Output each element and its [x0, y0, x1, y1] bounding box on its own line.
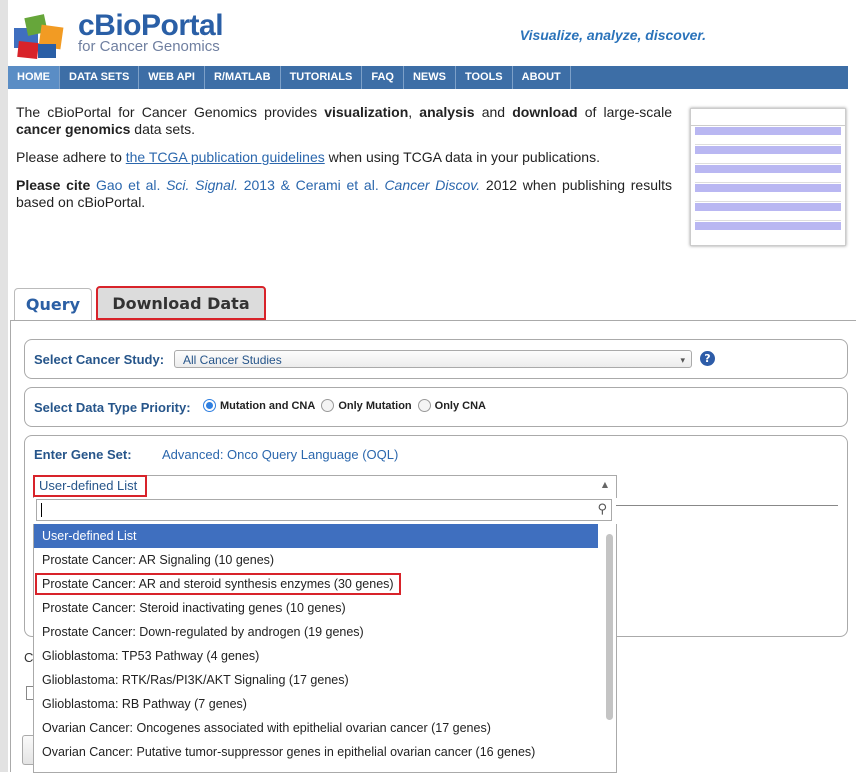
gene-set-option-highlighted[interactable]: Prostate Cancer: AR and steroid synthesi… — [34, 572, 402, 596]
tabs-divider — [10, 320, 856, 321]
thumbnail-row — [695, 193, 841, 202]
intro-bold-cancer-genomics: cancer genomics — [16, 121, 131, 137]
cancer-study-label: Select Cancer Study: — [34, 352, 165, 367]
sample-table-thumbnail[interactable] — [690, 108, 846, 246]
radio-label-mutation-and-cna[interactable]: Mutation and CNA — [220, 400, 315, 412]
cbioportal-logo-icon[interactable] — [12, 12, 68, 60]
thumbnail-row — [695, 127, 841, 135]
cancer-study-select[interactable]: All Cancer Studies ▾ — [174, 350, 692, 368]
intro-bold-download: download — [512, 104, 578, 120]
hidden-field-label-fragment: C — [24, 650, 34, 665]
radio-only-mutation[interactable] — [321, 399, 335, 412]
data-type-priority-label: Select Data Type Priority: — [34, 400, 191, 415]
nav-about[interactable]: ABOUT — [513, 66, 571, 89]
thumbnail-row — [695, 174, 841, 183]
tab-query[interactable]: Query — [14, 288, 92, 321]
thumbnail-row — [695, 146, 841, 154]
thumbnail-row — [695, 212, 841, 221]
thumbnail-row — [695, 222, 841, 230]
magnifier-icon: ⚲ — [597, 502, 607, 517]
thumbnail-header — [691, 109, 845, 126]
tagline: Visualize, analyze, discover. — [519, 27, 706, 43]
gene-set-option[interactable]: Prostate Cancer: AR Signaling (10 genes) — [34, 548, 598, 572]
nav-home[interactable]: HOME — [8, 66, 60, 89]
brand-subtitle: for Cancer Genomics — [78, 38, 220, 55]
data-type-priority-box: Select Data Type Priority: Mutation and … — [24, 387, 848, 427]
intro-bold-please-cite: Please cite — [16, 177, 91, 193]
dropdown-scrollbar[interactable] — [606, 534, 613, 720]
site-header: cBioPortal for Cancer Genomics Visualize… — [8, 0, 856, 66]
intro-text-fragment: and — [474, 104, 513, 120]
intro-text: The cBioPortal for Cancer Genomics provi… — [16, 104, 672, 222]
thumbnail-row — [695, 155, 841, 164]
nav-tools[interactable]: TOOLS — [456, 66, 513, 89]
tab-download-data[interactable]: Download Data — [96, 286, 266, 320]
intro-paragraph-2: Please adhere to the TCGA publication gu… — [16, 149, 672, 166]
gene-set-options-list[interactable]: User-defined List Prostate Cancer: AR Si… — [33, 524, 617, 773]
tcga-guidelines-link[interactable]: the TCGA publication guidelines — [126, 149, 325, 165]
gene-set-label: Enter Gene Set: — [34, 447, 132, 462]
chevron-down-icon: ▾ — [680, 355, 685, 365]
intro-text-fragment: data sets. — [130, 121, 195, 137]
radio-mutation-and-cna[interactable] — [203, 399, 216, 412]
gene-set-selected-value[interactable]: User-defined List — [33, 475, 147, 497]
oql-link[interactable]: Advanced: Onco Query Language (OQL) — [162, 447, 398, 462]
nav-faq[interactable]: FAQ — [362, 66, 404, 89]
thumbnail-row — [695, 136, 841, 145]
nav-data-sets[interactable]: DATA SETS — [60, 66, 140, 89]
intro-text-fragment: , — [408, 104, 420, 120]
intro-text-fragment: Please adhere to — [16, 149, 126, 165]
radio-only-cna[interactable] — [417, 399, 431, 412]
gene-set-option[interactable]: Prostate Cancer: Steroid inactivating ge… — [34, 596, 598, 620]
radio-label-only-mutation[interactable]: Only Mutation — [338, 400, 411, 412]
radio-label-only-cna[interactable]: Only CNA — [435, 400, 486, 412]
cancer-study-value: All Cancer Studies — [183, 353, 282, 367]
nav-tutorials[interactable]: TUTORIALS — [281, 66, 363, 89]
intro-paragraph-1: The cBioPortal for Cancer Genomics provi… — [16, 104, 672, 138]
text-caret — [41, 503, 42, 517]
gene-set-option[interactable]: User-defined List — [34, 524, 598, 548]
thumbnail-row — [695, 165, 841, 173]
thumbnail-row — [695, 203, 841, 211]
intro-text-fragment: The cBioPortal for Cancer Genomics provi… — [16, 104, 325, 120]
sci-signal-link[interactable]: Sci. Signal. — [166, 177, 238, 193]
gene-set-option[interactable]: Glioblastoma: RB Pathway (7 genes) — [34, 692, 598, 716]
gene-set-option[interactable]: Prostate Cancer: Down-regulated by andro… — [34, 620, 598, 644]
thumbnail-row — [695, 184, 841, 192]
gene-set-option-boxed-wrapper: Prostate Cancer: AR and steroid synthesi… — [34, 572, 616, 596]
panel-left-border — [10, 321, 11, 772]
main-nav: HOME DATA SETS WEB API R/MATLAB TUTORIAL… — [8, 66, 848, 89]
gao-link[interactable]: Gao et al. — [90, 177, 166, 193]
gene-set-option[interactable]: Glioblastoma: RTK/Ras/PI3K/AKT Signaling… — [34, 668, 598, 692]
nav-r-matlab[interactable]: R/MATLAB — [205, 66, 281, 89]
cerami-link[interactable]: 2013 & Cerami et al. — [238, 177, 384, 193]
gene-set-option[interactable]: Glioblastoma: TP53 Pathway (4 genes) — [34, 644, 598, 668]
intro-bold-analysis: analysis — [419, 104, 475, 120]
data-type-radio-group: Mutation and CNA Only Mutation Only CNA — [203, 399, 492, 412]
intro-text-fragment: when using TCGA data in your publication… — [324, 149, 600, 165]
intro-text-fragment: of large-scale — [577, 104, 672, 120]
gene-set-option[interactable]: Ovarian Cancer: Oncogenes associated wit… — [34, 716, 598, 740]
cancer-discov-link[interactable]: Cancer Discov. — [384, 177, 480, 193]
nav-web-api[interactable]: WEB API — [139, 66, 205, 89]
intro-bold-visualization: visualization — [324, 104, 409, 120]
gene-textarea-edge — [616, 505, 838, 506]
triangle-up-icon: ▲ — [601, 480, 608, 489]
left-edge-bar — [0, 0, 8, 772]
question-icon[interactable]: ? — [700, 351, 715, 366]
intro-paragraph-3: Please cite Gao et al. Sci. Signal. 2013… — [16, 177, 672, 211]
gene-set-search-input[interactable]: ⚲ — [36, 499, 612, 521]
brand[interactable]: cBioPortal for Cancer Genomics — [78, 10, 224, 55]
nav-news[interactable]: NEWS — [404, 66, 456, 89]
cancer-study-box: Select Cancer Study: All Cancer Studies … — [24, 339, 848, 379]
gene-set-option[interactable]: Ovarian Cancer: Putative tumor-suppresso… — [34, 740, 598, 764]
